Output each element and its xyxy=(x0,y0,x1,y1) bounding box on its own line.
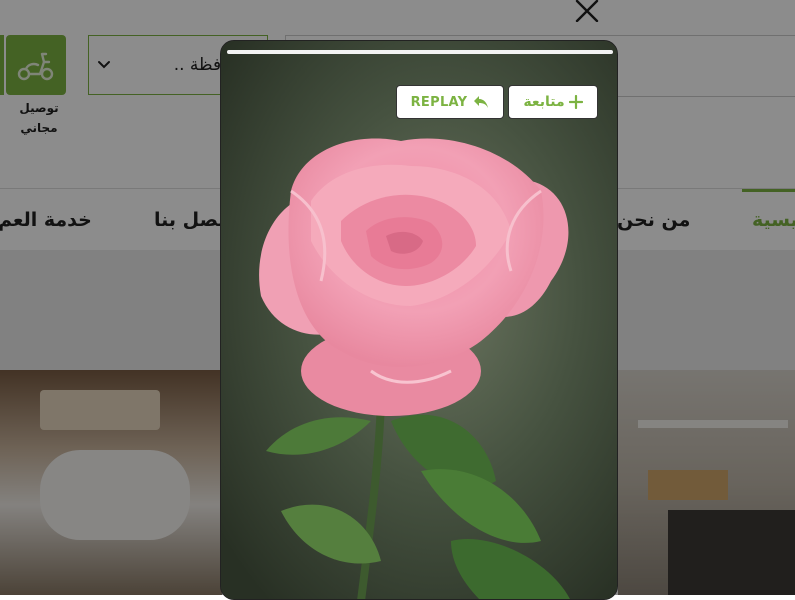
replay-button-label: REPLAY xyxy=(410,94,468,110)
rose-image xyxy=(221,41,617,599)
follow-button[interactable]: متابعة xyxy=(508,85,598,119)
story-viewer[interactable]: REPLAY متابعة xyxy=(220,40,618,600)
replay-arrow-icon xyxy=(474,96,489,108)
close-icon xyxy=(575,0,599,22)
follow-button-label: متابعة xyxy=(523,94,565,110)
story-progress-bar xyxy=(227,50,613,54)
close-button[interactable] xyxy=(574,0,600,22)
replay-button[interactable]: REPLAY xyxy=(396,85,504,119)
plus-icon xyxy=(568,95,583,109)
